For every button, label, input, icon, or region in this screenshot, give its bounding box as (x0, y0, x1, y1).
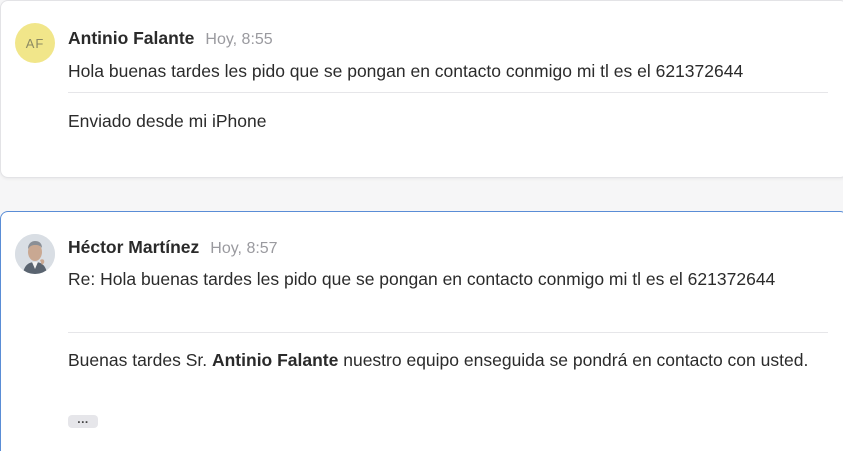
show-quoted-button[interactable]: ... (68, 413, 98, 428)
message-body: Enviado desde mi iPhone (68, 111, 267, 131)
message-body: Buenas tardes Sr. Antinio Falante nuestr… (68, 345, 828, 375)
message-subject: Hola buenas tardes les pido que se ponga… (68, 61, 744, 81)
message-time: Hoy, 8:57 (210, 240, 278, 257)
author-name: Héctor Martínez (68, 237, 200, 257)
customer-name: Antinio Falante (211, 350, 339, 370)
message-time: Hoy, 8:55 (205, 31, 273, 48)
person-photo-icon (15, 234, 55, 274)
message-header: Antinio Falante Hoy, 8:55 (68, 28, 273, 49)
avatar-photo (15, 234, 55, 274)
body-text: Buenas tardes Sr. (68, 350, 212, 370)
avatar: AF (15, 23, 55, 63)
message-card-selected[interactable]: Héctor Martínez Hoy, 8:57 Re: Hola buena… (0, 211, 843, 451)
author-name: Antinio Falante (68, 28, 195, 48)
body-text: nuestro equipo enseguida se pondrá en co… (338, 350, 809, 370)
divider (68, 92, 828, 93)
message-header: Héctor Martínez Hoy, 8:57 (68, 237, 278, 258)
message-subject: Re: Hola buenas tardes les pido que se p… (68, 269, 776, 289)
divider (68, 332, 828, 333)
message-card[interactable]: AF Antinio Falante Hoy, 8:55 Hola buenas… (0, 0, 843, 178)
